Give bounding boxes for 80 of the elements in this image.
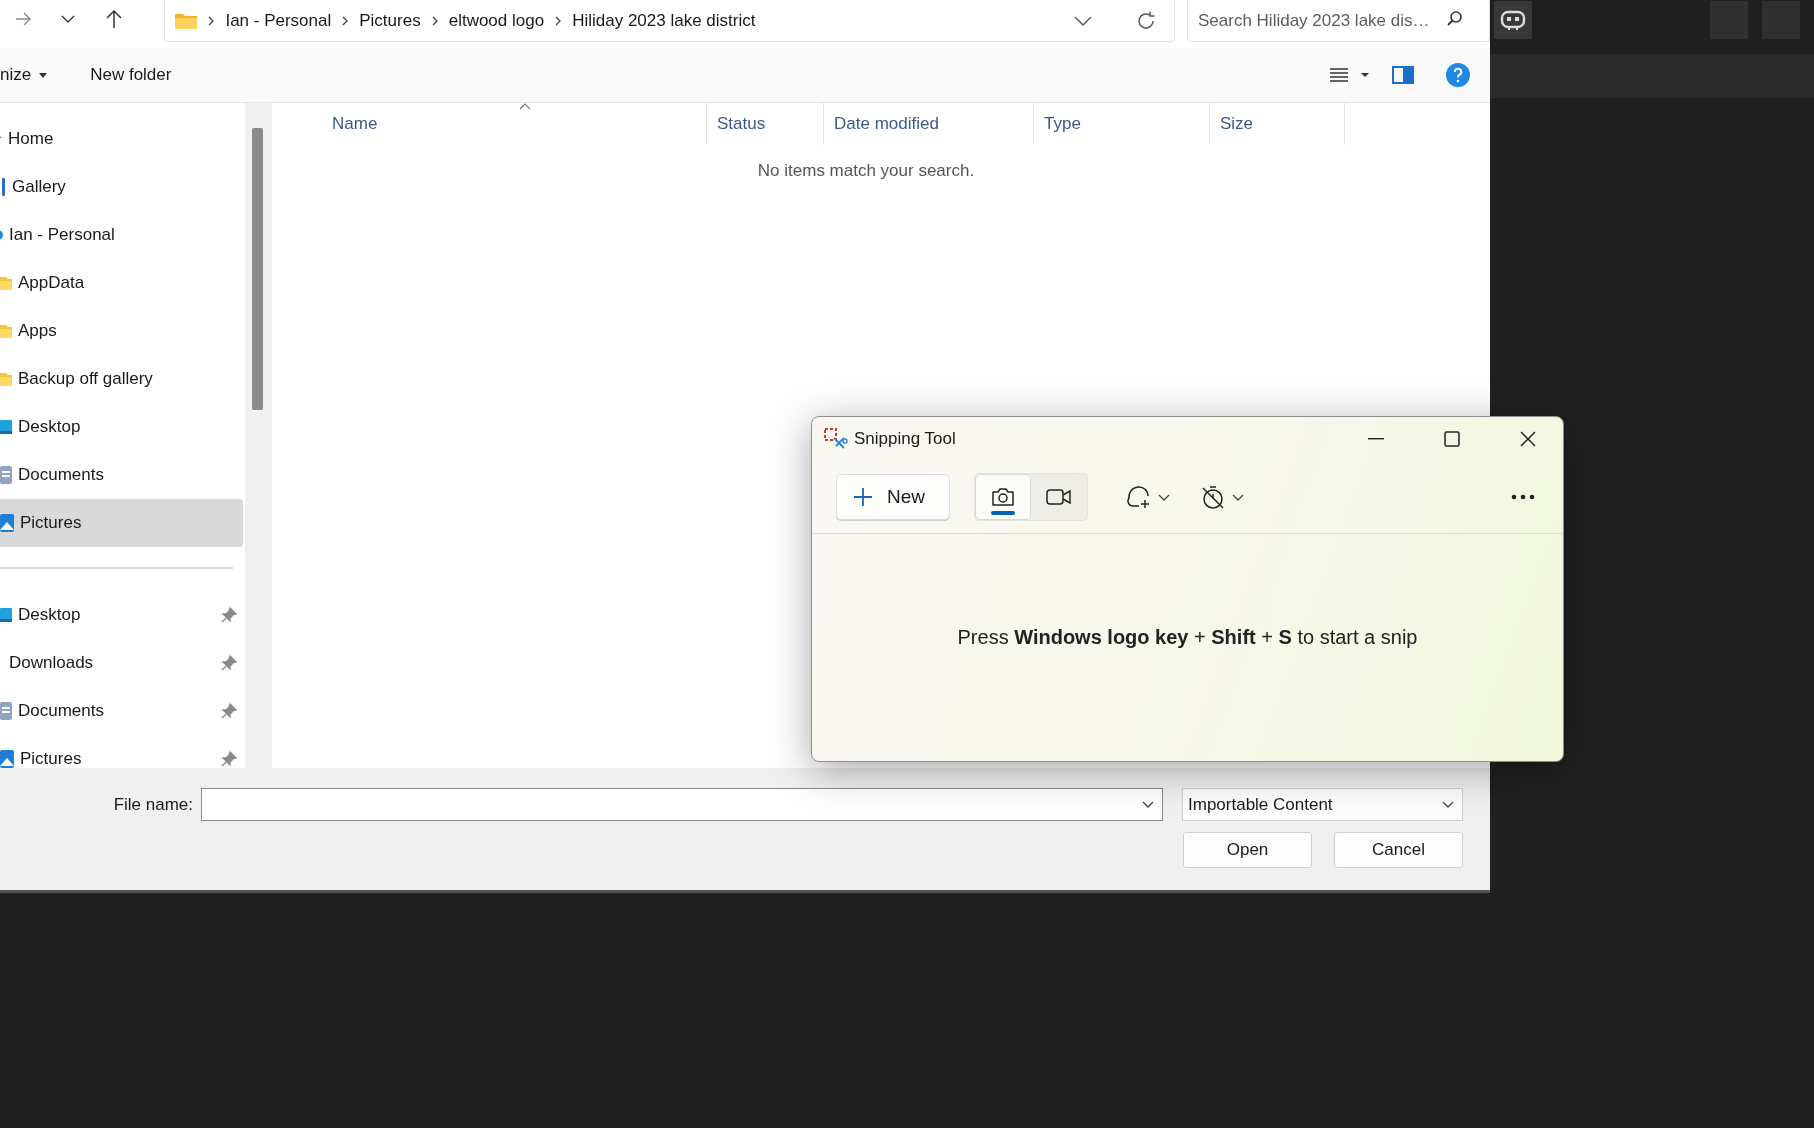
column-header[interactable]: Status — [707, 103, 824, 145]
robot-icon[interactable] — [1500, 9, 1526, 31]
dialog-button[interactable]: Cancel — [1334, 832, 1463, 868]
chevron-down-icon — [1232, 493, 1244, 501]
organize-button[interactable]: nize — [0, 61, 48, 89]
breadcrumb-item[interactable]: eltwood logo — [448, 10, 545, 31]
sidebar-item[interactable]: Downloads — [0, 639, 243, 687]
sidebar-item[interactable]: Ian - Personal — [0, 211, 243, 259]
column-header[interactable]: Date modified — [824, 103, 1034, 145]
pin-icon[interactable] — [221, 751, 237, 767]
view-list-icon[interactable] — [1330, 67, 1370, 83]
folder-icon — [0, 371, 12, 387]
new-folder-button[interactable]: New folder — [90, 61, 172, 89]
sidebar-item[interactable]: Gallery — [0, 163, 243, 211]
pin-icon[interactable] — [221, 607, 237, 623]
video-camera-icon — [1046, 488, 1072, 506]
more-icon — [1511, 494, 1535, 500]
chevron-right-icon — [341, 15, 350, 26]
sidebar-item[interactable]: Documents — [0, 451, 243, 499]
folder-icon — [0, 275, 12, 291]
screenshot-mode-button[interactable] — [975, 474, 1031, 520]
help-icon[interactable] — [1446, 63, 1470, 87]
folder-icon — [175, 11, 198, 30]
breadcrumb-item[interactable]: Pictures — [359, 10, 421, 31]
caret-down-icon — [39, 72, 48, 78]
desktop-icon — [0, 419, 12, 435]
search-icon — [1446, 10, 1464, 28]
file-name-label: File name: — [113, 794, 194, 815]
pictures-icon — [0, 514, 14, 532]
pin-icon[interactable] — [221, 703, 237, 719]
chevron-down-icon — [1442, 800, 1454, 809]
chevron-right-icon — [554, 15, 563, 26]
sidebar-item[interactable]: Desktop — [0, 403, 243, 451]
file-type-dropdown[interactable]: Importable Content — [1182, 788, 1463, 821]
sidebar-item[interactable]: Pictures — [0, 735, 243, 768]
up-arrow-icon — [104, 9, 123, 29]
sidebar-item[interactable]: Backup off gallery — [0, 355, 243, 403]
plus-icon — [853, 487, 873, 507]
forward-arrow-icon — [14, 11, 31, 27]
column-header[interactable]: Name — [322, 103, 707, 145]
column-header[interactable]: Type — [1034, 103, 1210, 145]
sidebar-item[interactable]: Pictures — [0, 499, 243, 547]
breadcrumb-item[interactable]: Hiliday 2023 lake district — [572, 10, 756, 31]
empty-message: No items match your search. — [756, 161, 976, 181]
desktop-icon — [0, 607, 12, 623]
pin-icon[interactable] — [221, 655, 237, 671]
camera-icon — [991, 487, 1015, 507]
freeform-shape-icon — [1126, 484, 1152, 510]
chevron-down-icon[interactable] — [1074, 15, 1092, 26]
scissors-icon — [824, 428, 848, 450]
scrollbar-thumb[interactable] — [252, 128, 263, 410]
column-header[interactable]: Size — [1210, 103, 1345, 145]
maximize-icon — [1444, 431, 1460, 447]
search-field[interactable]: Search Hiliday 2023 lake dis… — [1187, 0, 1490, 42]
chevron-right-icon — [207, 15, 216, 26]
refresh-icon[interactable] — [1136, 10, 1156, 31]
address-bar[interactable]: Ian - Personal Pictures eltwood logo Hiliday 2023 lake district — [164, 0, 1175, 42]
chevron-right-icon — [430, 15, 439, 26]
chevron-down-icon — [1142, 800, 1154, 809]
file-name-field[interactable] — [201, 788, 1163, 821]
chevron-down-icon — [61, 14, 76, 24]
sidebar-item[interactable]: Home — [0, 115, 243, 163]
minimize-icon — [1368, 438, 1384, 440]
sidebar-item[interactable]: Desktop — [0, 591, 243, 639]
preview-pane-icon[interactable] — [1392, 66, 1414, 84]
dialog-button[interactable]: Open — [1183, 832, 1312, 868]
app-button[interactable] — [1494, 1, 1532, 39]
gallery-icon — [2, 177, 6, 197]
new-snip-button[interactable]: New — [836, 474, 950, 520]
sort-caret-icon — [519, 103, 531, 110]
breadcrumb-item[interactable]: Ian - Personal — [225, 10, 332, 31]
folder-icon — [0, 323, 12, 339]
sidebar-item[interactable]: Documents — [0, 687, 243, 735]
window-title: Snipping Tool — [854, 429, 957, 449]
chevron-down-icon — [1158, 493, 1170, 501]
timer-off-icon — [1200, 484, 1226, 510]
close-icon — [1520, 431, 1536, 447]
sidebar-item[interactable]: AppData — [0, 259, 243, 307]
snip-hint: Press Windows logo key + Shift + S to start a snip — [957, 626, 1418, 649]
sidebar-item[interactable]: Apps — [0, 307, 243, 355]
